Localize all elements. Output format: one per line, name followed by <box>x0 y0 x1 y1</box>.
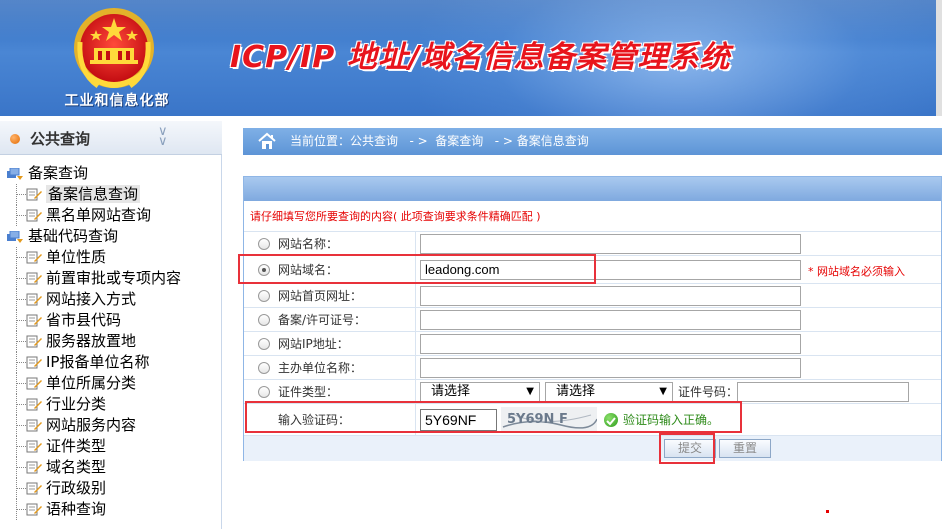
license-input[interactable] <box>420 309 801 330</box>
breadcrumb-path: 当前位置：公共查询 - > 备案查询 - > 备案信息查询 <box>290 134 589 148</box>
sidebar-item-code[interactable]: 网站服务内容 <box>0 415 222 436</box>
captcha-label: 输入验证码： <box>278 412 351 427</box>
sidebar-item-code[interactable]: IP报备单位名称 <box>0 352 222 373</box>
radio-domain[interactable] <box>258 263 270 276</box>
owner-input[interactable] <box>420 357 801 378</box>
folder-group-icon <box>7 231 23 243</box>
sidebar-item-code[interactable]: 服务器放置地 <box>0 331 222 352</box>
dropdown-arrow-icon: ▼ <box>526 385 534 397</box>
edit-doc-icon <box>26 356 42 369</box>
sidebar-item-code[interactable]: 语种查询 <box>0 499 222 520</box>
captcha-image[interactable]: 5Y69N F <box>501 406 597 433</box>
edit-doc-icon <box>26 251 42 264</box>
site-header: 工业和信息化部 ICP/IP 地址/域名信息备案管理系统 <box>0 0 942 116</box>
panel-header-bar <box>244 177 941 201</box>
edit-doc-icon <box>26 503 42 516</box>
edit-doc-icon <box>26 377 42 390</box>
edit-doc-icon <box>26 188 42 201</box>
sidebar-item-code[interactable]: 行业分类 <box>0 394 222 415</box>
sidebar-item-code[interactable]: 前置审批或专项内容 <box>0 268 222 289</box>
query-form-panel: 请仔细填写您所要查询的内容( 此项查询要求条件精确匹配 ) 网站名称： 网站域名… <box>243 176 942 461</box>
field-label: 网站域名： <box>278 262 339 277</box>
folder-group-icon <box>7 168 23 180</box>
form-row-domain: 网站域名： leadong.com * 网站域名必须输入 <box>244 255 941 283</box>
reset-button[interactable]: 重置 <box>719 439 771 458</box>
captcha-input[interactable]: 5Y69NF <box>420 408 497 431</box>
left-sidebar: 公共查询 ∨ ∨ 备案查询 备案信息查询 黑名单网站查询 基础代码查询 单位性质… <box>0 121 222 529</box>
sidebar-item-code[interactable]: 省市县代码 <box>0 310 222 331</box>
field-label: 主办单位名称： <box>278 360 363 375</box>
form-row-owner: 主办单位名称： <box>244 355 941 379</box>
edit-doc-icon <box>26 440 42 453</box>
radio-cert[interactable] <box>258 385 270 398</box>
sidebar-item-code[interactable]: 单位性质 <box>0 247 222 268</box>
form-row-homepage: 网站首页网址： <box>244 283 941 307</box>
form-row-captcha: 输入验证码： 5Y69NF 5Y69N F 验证码输入正确。 <box>244 403 941 435</box>
sidebar-item-code[interactable]: 证件类型 <box>0 436 222 457</box>
radio-license[interactable] <box>258 313 270 326</box>
nav-tree: 备案查询 备案信息查询 黑名单网站查询 基础代码查询 单位性质 前置审批或专项内… <box>0 163 222 520</box>
home-icon[interactable] <box>257 132 277 150</box>
form-notice: 请仔细填写您所要查询的内容( 此项查询要求条件精确匹配 ) <box>250 210 541 223</box>
check-circle-icon <box>604 412 618 427</box>
site-name-input[interactable] <box>420 233 801 254</box>
ministry-name: 工业和信息化部 <box>64 93 170 109</box>
captcha-image-text: 5Y69N F <box>507 412 568 427</box>
sidebar-item-code[interactable]: 行政级别 <box>0 478 222 499</box>
edit-doc-icon <box>26 293 42 306</box>
sidebar-item-beian-query[interactable]: 备案信息查询 <box>0 184 222 205</box>
sidebar-header[interactable]: 公共查询 ∨ ∨ <box>0 121 222 155</box>
edit-doc-icon <box>26 461 42 474</box>
field-label: 网站首页网址： <box>278 288 363 303</box>
edit-doc-icon <box>26 482 42 495</box>
form-row-ip: 网站IP地址： <box>244 331 941 355</box>
edit-doc-icon <box>26 209 42 222</box>
radio-homepage[interactable] <box>258 289 270 302</box>
edit-doc-icon <box>26 419 42 432</box>
window-scrollbar[interactable] <box>936 0 942 116</box>
sidebar-item-code[interactable]: 域名类型 <box>0 457 222 478</box>
cert-number-input[interactable] <box>737 381 909 402</box>
radio-ip[interactable] <box>258 337 270 350</box>
ip-input[interactable] <box>420 333 801 354</box>
bullet-icon <box>10 134 20 144</box>
sidebar-item-blacklist[interactable]: 黑名单网站查询 <box>0 205 222 226</box>
sidebar-item-code[interactable]: 网站接入方式 <box>0 289 222 310</box>
field-label: 证件类型： <box>278 384 339 399</box>
form-row-license: 备案/许可证号： <box>244 307 941 331</box>
edit-doc-icon <box>26 335 42 348</box>
cert-type-select[interactable]: 请选择 ▼ <box>420 381 540 402</box>
tree-group-codes[interactable]: 基础代码查询 <box>0 226 222 247</box>
homepage-input[interactable] <box>420 285 801 306</box>
breadcrumb: 当前位置：公共查询 - > 备案查询 - > 备案信息查询 <box>243 128 942 155</box>
sidebar-title: 公共查询 <box>30 130 91 148</box>
dropdown-arrow-icon: ▼ <box>659 385 667 397</box>
field-label: 网站名称： <box>278 236 339 251</box>
system-title: ICP/IP 地址/域名信息备案管理系统 <box>230 40 731 75</box>
stray-dot <box>826 510 829 513</box>
required-note: * 网站域名必须输入 <box>808 264 905 278</box>
sidebar-item-code[interactable]: 单位所属分类 <box>0 373 222 394</box>
form-row-site-name: 网站名称： <box>244 231 941 255</box>
radio-owner[interactable] <box>258 361 270 374</box>
cert-subtype-select[interactable]: 请选择 ▼ <box>545 381 673 402</box>
submit-button[interactable]: 提交 <box>664 439 716 458</box>
field-label: 备案/许可证号： <box>278 312 367 327</box>
radio-site-name[interactable] <box>258 237 270 250</box>
edit-doc-icon <box>26 272 42 285</box>
edit-doc-icon <box>26 398 42 411</box>
double-chevron-down-icon[interactable]: ∨ ∨ <box>158 125 168 148</box>
field-label: 网站IP地址： <box>278 336 349 351</box>
tree-group-beian[interactable]: 备案查询 <box>0 163 222 184</box>
captcha-ok-text: 验证码输入正确。 <box>623 412 720 427</box>
form-row-cert: 证件类型： 请选择 ▼ 请选择 ▼ 证件号码： <box>244 379 941 403</box>
domain-input[interactable]: leadong.com <box>420 259 801 280</box>
edit-doc-icon <box>26 314 42 327</box>
cert-number-label: 证件号码： <box>678 384 739 399</box>
button-bar: 提交 重置 <box>244 435 941 461</box>
